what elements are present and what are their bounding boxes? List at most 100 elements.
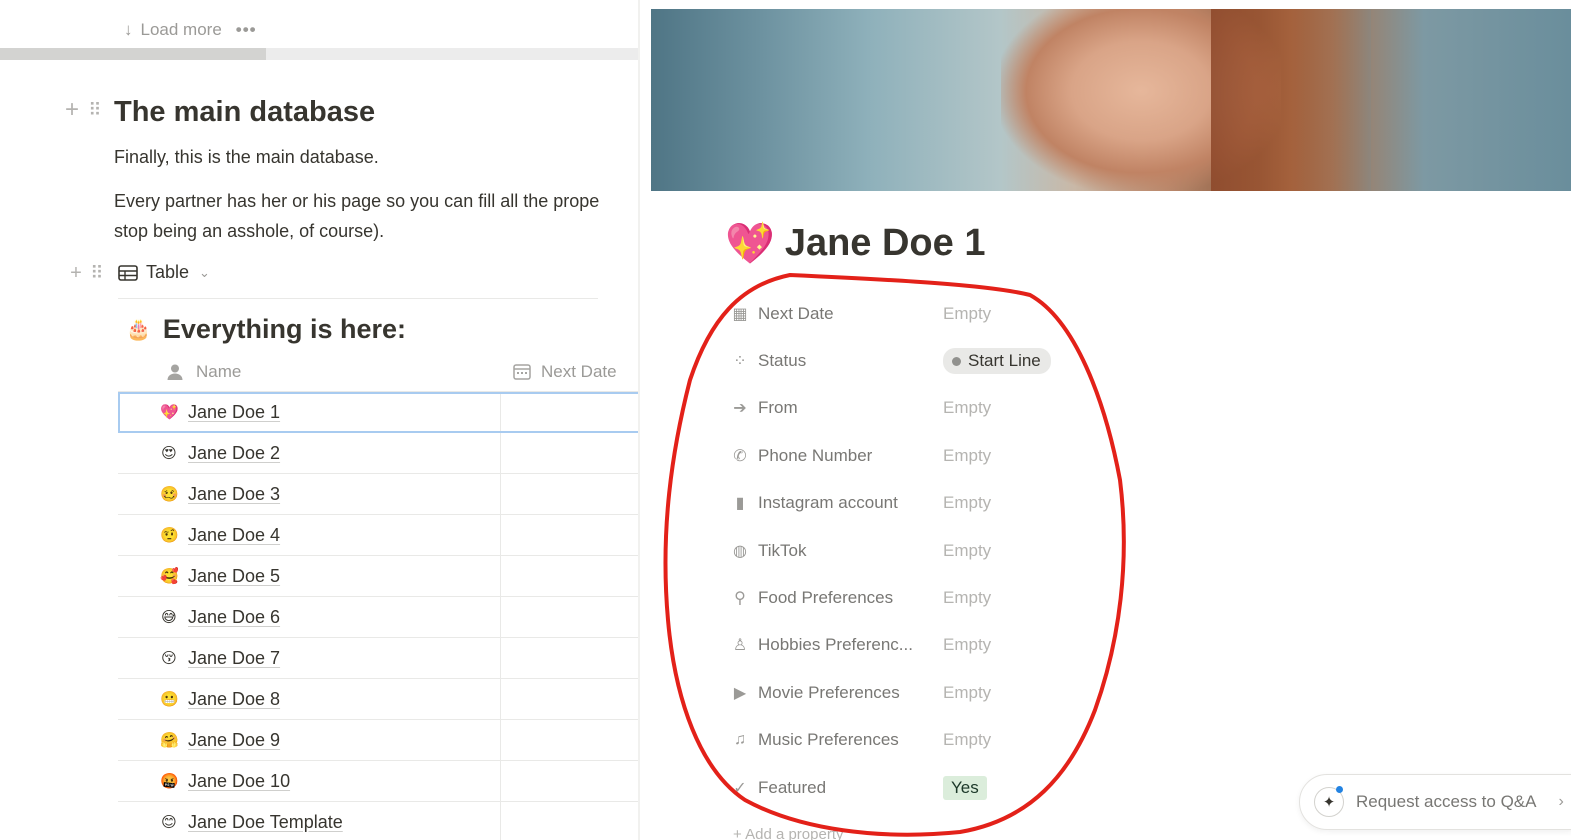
vertical-scrollbar[interactable] [638,0,640,840]
cell-name[interactable]: 🤬 Jane Doe 10 [118,761,501,801]
cell-next-date[interactable] [501,638,640,678]
cell-name[interactable]: 😊 Jane Doe Template [118,802,501,840]
property-value[interactable]: Empty [943,730,991,750]
cell-next-date[interactable] [501,474,640,514]
cell-next-date[interactable] [501,802,640,840]
property-value[interactable]: Empty [943,304,991,324]
calendar-icon: ▦ [732,305,748,323]
add-property-hint[interactable]: + Add a property [733,826,844,840]
drag-handle-icon[interactable]: ⠿ [86,263,106,284]
row-title-link[interactable]: Jane Doe 7 [188,648,280,669]
property-row[interactable]: ⁘ Status Start Line [729,337,1149,384]
cell-next-date[interactable] [501,720,640,760]
property-value[interactable]: Empty [943,541,991,561]
property-value[interactable]: Empty [943,398,991,418]
cell-next-date[interactable] [501,515,640,555]
cell-name[interactable]: 🥴 Jane Doe 3 [118,474,501,514]
property-name[interactable]: Status [758,351,943,371]
property-row[interactable]: ▦ Next Date Empty [729,290,1149,337]
property-name[interactable]: Music Preferences [758,730,943,750]
property-value[interactable]: Empty [943,588,991,608]
paragraph-description: Every partner has her or his page so you… [114,186,640,246]
horizontal-scrollbar-thumb[interactable] [0,48,266,60]
row-title-link[interactable]: Jane Doe 3 [188,484,280,505]
column-header-name[interactable]: Name [118,362,501,382]
property-name[interactable]: Food Preferences [758,588,943,608]
property-row[interactable]: ♫ Music Preferences Empty [729,717,1149,764]
property-name[interactable]: Phone Number [758,446,943,466]
property-row[interactable]: ▶ Movie Preferences Empty [729,669,1149,716]
table-row[interactable]: 💖 Jane Doe 1 [118,392,640,433]
table-row[interactable]: 🤨 Jane Doe 4 [118,515,640,556]
property-row[interactable]: ▮ Instagram account Empty [729,480,1149,527]
property-name[interactable]: Instagram account [758,493,943,513]
cell-next-date[interactable] [501,761,640,801]
property-row[interactable]: ♙ Hobbies Preferenc... Empty [729,622,1149,669]
drag-handle-icon[interactable]: ⠿ [84,100,104,121]
page-title-text[interactable]: Jane Doe 1 [785,222,986,265]
cell-next-date[interactable] [501,556,640,596]
property-value[interactable]: Empty [943,635,991,655]
status-badge[interactable]: Start Line [943,348,1051,375]
table-row[interactable]: 🥴 Jane Doe 3 [118,474,640,515]
add-block-icon[interactable]: + [60,96,84,124]
table-row[interactable]: 🤬 Jane Doe 10 [118,761,640,802]
sparkling-heart-icon[interactable]: 💖 [725,220,775,267]
ellipsis-icon[interactable]: ••• [236,20,257,40]
property-name[interactable]: Next Date [758,304,943,324]
table-row[interactable]: 🥰 Jane Doe 5 [118,556,640,597]
property-name[interactable]: Hobbies Preferenc... [758,635,943,655]
side-peek-page: 💖 Jane Doe 1 ▦ Next Date Empty ⁘ Status Start… [651,0,1571,840]
status-icon: ⁘ [733,353,747,371]
cell-name[interactable]: 🤗 Jane Doe 9 [118,720,501,760]
page-title[interactable]: 💖 Jane Doe 1 [725,220,985,267]
table-row[interactable]: 🤗 Jane Doe 9 [118,720,640,761]
property-name[interactable]: TikTok [758,541,943,561]
cell-name[interactable]: 😚 Jane Doe 7 [118,638,501,678]
request-qa-label: Request access to Q&A [1356,792,1537,811]
row-title-link[interactable]: Jane Doe 9 [188,730,280,751]
table-row[interactable]: 😊 Jane Doe Template [118,802,640,840]
featured-badge[interactable]: Yes [943,775,987,800]
row-title-link[interactable]: Jane Doe 4 [188,525,280,546]
property-value[interactable]: Empty [943,446,991,466]
cell-name[interactable]: 💖 Jane Doe 1 [118,392,501,432]
load-more-button[interactable]: ↓ Load more ••• [124,20,257,40]
cell-next-date[interactable] [501,392,640,432]
row-title-link[interactable]: Jane Doe 2 [188,443,280,464]
cell-next-date[interactable] [501,433,640,473]
table-row[interactable]: 😚 Jane Doe 7 [118,638,640,679]
request-qa-button[interactable]: ✦ Request access to Q&A › [1299,774,1571,830]
property-name[interactable]: Movie Preferences [758,683,943,703]
add-block-icon[interactable]: + [66,262,86,285]
cell-name[interactable]: 😬 Jane Doe 8 [118,679,501,719]
cell-name[interactable]: 😅 Jane Doe 6 [118,597,501,637]
property-value[interactable]: Empty [943,683,991,703]
row-title-link[interactable]: Jane Doe 6 [188,607,280,628]
table-row[interactable]: 😅 Jane Doe 6 [118,597,640,638]
property-row[interactable]: ✓ Featured Yes [729,764,1149,811]
property-row[interactable]: ⚲ Food Preferences Empty [729,574,1149,621]
cell-name[interactable]: 🤨 Jane Doe 4 [118,515,501,555]
horizontal-scrollbar[interactable] [0,48,640,60]
row-title-link[interactable]: Jane Doe 1 [188,402,280,423]
table-row[interactable]: 😍 Jane Doe 2 [118,433,640,474]
property-row[interactable]: ◍ TikTok Empty [729,527,1149,574]
property-name[interactable]: From [758,398,943,418]
row-title-link[interactable]: Jane Doe 10 [188,771,290,792]
property-row[interactable]: ➔ From Empty [729,385,1149,432]
calendar-icon [513,363,531,380]
property-row[interactable]: ✆ Phone Number Empty [729,432,1149,479]
cell-name[interactable]: 🥰 Jane Doe 5 [118,556,501,596]
cell-name[interactable]: 😍 Jane Doe 2 [118,433,501,473]
cell-next-date[interactable] [501,597,640,637]
view-tab-table[interactable]: Table ⌄ [118,262,210,283]
cell-next-date[interactable] [501,679,640,719]
column-header-next-date[interactable]: Next Date [501,362,617,382]
property-value[interactable]: Empty [943,493,991,513]
row-title-link[interactable]: Jane Doe Template [188,812,343,833]
row-title-link[interactable]: Jane Doe 8 [188,689,280,710]
table-row[interactable]: 😬 Jane Doe 8 [118,679,640,720]
property-name[interactable]: Featured [758,778,943,798]
row-title-link[interactable]: Jane Doe 5 [188,566,280,587]
